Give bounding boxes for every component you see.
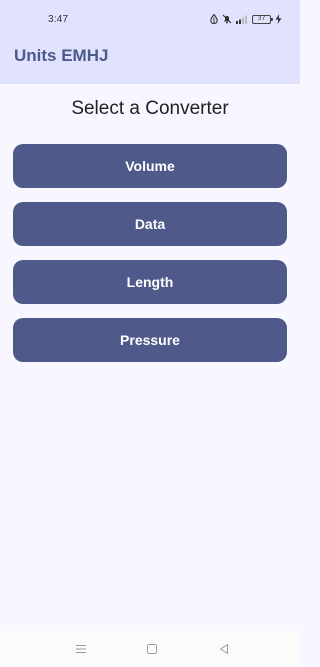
top-app-bar: 3:47 37 Units EMHJ	[0, 0, 300, 84]
screen: 3:47 37 Units EMHJ Select a Converter Vo…	[0, 0, 300, 667]
signal-icon	[236, 15, 248, 24]
data-button[interactable]: Data	[13, 202, 287, 246]
data-saver-icon	[210, 14, 218, 24]
battery-icon: 37	[252, 14, 273, 24]
length-button[interactable]: Length	[13, 260, 287, 304]
menu-icon[interactable]	[73, 641, 89, 657]
home-icon[interactable]	[144, 641, 160, 657]
status-bar: 3:47 37	[0, 0, 300, 38]
pressure-button[interactable]: Pressure	[13, 318, 287, 362]
system-navigation-bar	[0, 631, 300, 667]
battery-level: 37	[257, 15, 266, 22]
page-heading: Select a Converter	[71, 98, 229, 119]
volume-button[interactable]: Volume	[13, 144, 287, 188]
back-icon[interactable]	[216, 641, 232, 657]
status-icons: 37	[210, 12, 282, 26]
app-title: Units EMHJ	[14, 46, 109, 65]
notifications-off-icon	[222, 14, 232, 24]
status-time: 3:47	[48, 14, 69, 25]
charging-icon	[275, 14, 282, 24]
